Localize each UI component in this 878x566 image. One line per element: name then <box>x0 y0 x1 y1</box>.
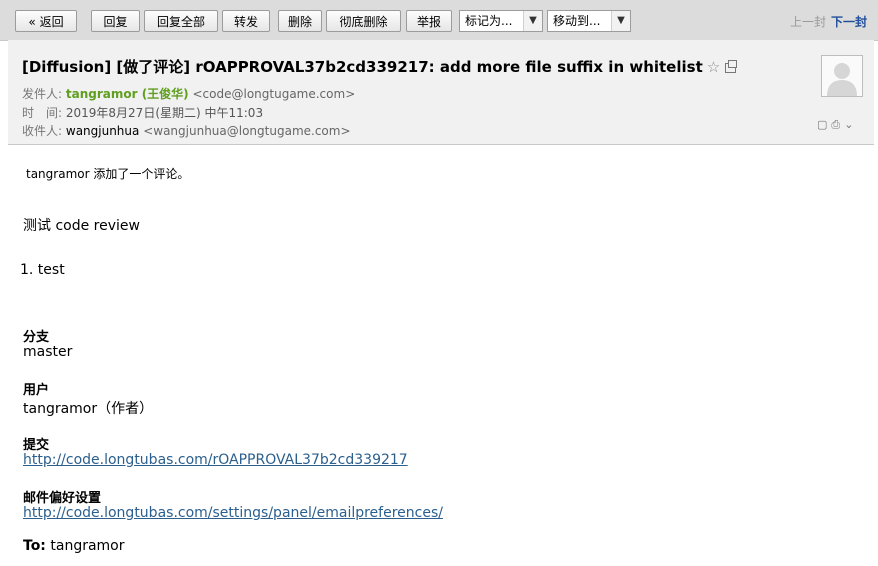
sender-name[interactable]: tangramor (王俊华) <box>66 87 189 101</box>
mail-header: [Diffusion] [做了评论] rOAPPROVAL37b2cd33921… <box>8 40 874 145</box>
email-prefs-link[interactable]: http://code.longtubas.com/settings/panel… <box>23 505 443 521</box>
toolbar: « 返回 回复 回复全部 转发 删除 彻底删除 举报 标记为... ▼ 移动到.… <box>0 0 878 41</box>
to-row: 收件人: wangjunhua <wangjunhua@longtugame.c… <box>22 122 351 139</box>
header-actions: ▢ ⎙ ⌄ <box>817 118 857 132</box>
branch-value: master <box>23 344 73 360</box>
star-icon[interactable]: ☆ <box>707 58 720 76</box>
commit-link[interactable]: http://code.longtubas.com/rOAPPROVAL37b2… <box>23 452 408 468</box>
user-label: 用户 <box>23 383 50 398</box>
mark-as-select[interactable]: 标记为... ▼ <box>459 10 543 32</box>
move-to-label: 移动到... <box>553 14 601 28</box>
note-icon[interactable]: ▢ <box>817 118 827 131</box>
from-row: 发件人: tangramor (王俊华) <code@longtugame.co… <box>22 85 355 102</box>
move-to-select[interactable]: 移动到... ▼ <box>547 10 631 32</box>
next-mail-link[interactable]: 下一封 <box>831 13 867 30</box>
user-value: tangramor（作者） <box>23 401 154 417</box>
mark-as-label: 标记为... <box>465 14 513 28</box>
avatar <box>821 55 863 97</box>
mail-subject: [Diffusion] [做了评论] rOAPPROVAL37b2cd33921… <box>22 56 738 77</box>
commit-label: 提交 <box>23 438 50 453</box>
forward-button[interactable]: 转发 <box>222 10 270 32</box>
to-line-value: tangramor <box>50 538 125 554</box>
open-new-window-icon[interactable] <box>725 60 738 73</box>
subject-text: [Diffusion] [做了评论] rOAPPROVAL37b2cd33921… <box>22 58 703 76</box>
mail-reader: « 返回 回复 回复全部 转发 删除 彻底删除 举报 标记为... ▼ 移动到.… <box>0 0 878 566</box>
chevron-down-icon[interactable]: ⌄ <box>844 118 853 131</box>
to-label: 收件人: <box>22 124 63 138</box>
chevron-down-icon: ▼ <box>611 11 630 31</box>
delete-button[interactable]: 删除 <box>278 10 322 32</box>
time-value: 2019年8月27日(星期二) 中午11:03 <box>65 106 264 120</box>
print-icon[interactable]: ⎙ <box>831 118 840 131</box>
back-button[interactable]: « 返回 <box>15 10 77 32</box>
list-item: 1. test <box>20 262 65 278</box>
delete-permanently-button[interactable]: 彻底删除 <box>326 10 401 32</box>
comment-notice: tangramor 添加了一个评论。 <box>26 167 190 181</box>
recipient-name[interactable]: wangjunhua <box>66 124 140 138</box>
sender-address: <code@longtugame.com> <box>192 87 356 101</box>
chevron-down-icon: ▼ <box>523 11 542 31</box>
recipient-address: <wangjunhua@longtugame.com> <box>143 124 351 138</box>
to-line: To: tangramor <box>23 538 125 554</box>
review-text: 测试 code review <box>23 218 140 234</box>
reply-button[interactable]: 回复 <box>91 10 140 32</box>
time-row: 时 间: 2019年8月27日(星期二) 中午11:03 <box>22 104 263 121</box>
branch-label: 分支 <box>23 330 50 345</box>
to-line-label: To: <box>23 538 46 554</box>
time-label: 时 间: <box>22 106 63 120</box>
from-label: 发件人: <box>22 87 63 101</box>
report-button[interactable]: 举报 <box>406 10 452 32</box>
person-icon <box>822 56 862 96</box>
prev-mail-link[interactable]: 上一封 <box>790 13 826 30</box>
email-prefs-label: 邮件偏好设置 <box>23 491 102 506</box>
reply-all-button[interactable]: 回复全部 <box>144 10 218 32</box>
